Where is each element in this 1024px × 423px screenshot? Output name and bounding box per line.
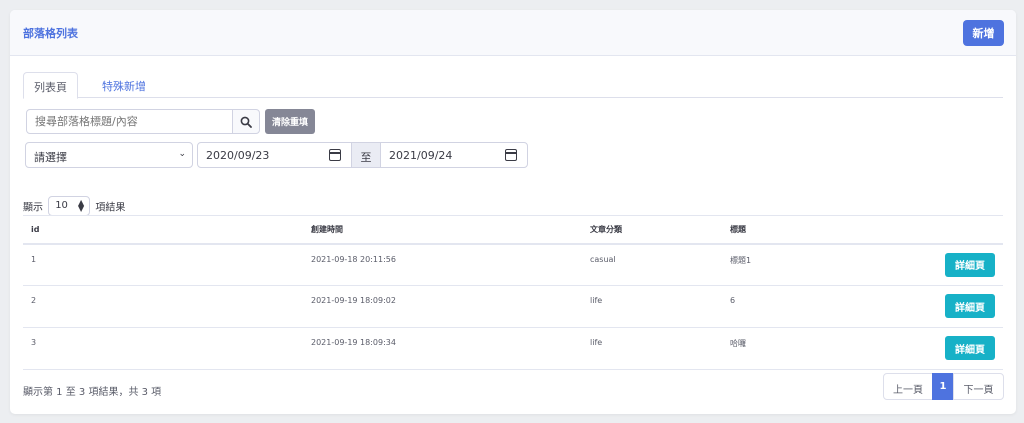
category-select-value: 請選擇 bbox=[34, 151, 67, 164]
cell-action: 詳細頁 bbox=[902, 285, 1003, 328]
cell-created: 2021-09-19 18:09:34 bbox=[303, 327, 582, 370]
cell-title: 哈囉 bbox=[722, 327, 902, 370]
cell-title: 6 bbox=[722, 285, 902, 328]
cell-action: 詳細頁 bbox=[902, 327, 1003, 370]
tab-bar: 列表頁 特殊新增 bbox=[23, 72, 1003, 99]
chevron-down-icon: ⌄ bbox=[178, 149, 186, 159]
search-icon bbox=[240, 116, 252, 128]
date-range-separator: 至 bbox=[351, 142, 381, 168]
next-page-button[interactable]: 下一頁 bbox=[953, 373, 1004, 400]
cell-action: 詳細頁 bbox=[902, 243, 1003, 286]
cell-category: life bbox=[582, 285, 722, 328]
column-header-created[interactable]: 創建時間 bbox=[303, 215, 582, 245]
pagination: 上一頁 1 下一頁 bbox=[883, 373, 1004, 400]
search-button[interactable] bbox=[232, 109, 260, 134]
cell-created: 2021-09-18 20:11:56 bbox=[303, 243, 582, 286]
table-info: 顯示第 1 至 3 項結果，共 3 項 bbox=[23, 387, 162, 398]
search-input[interactable] bbox=[26, 109, 233, 134]
date-from-input[interactable]: 2020/09/23 bbox=[197, 142, 352, 168]
sort-arrows-icon: ▲ ▼ bbox=[78, 198, 85, 213]
add-button[interactable]: 新增 bbox=[963, 20, 1004, 46]
date-to-value: 2021/09/24 bbox=[389, 149, 453, 162]
table-row: 3 2021-09-19 18:09:34 life 哈囉 詳細頁 bbox=[23, 327, 1003, 370]
card-header: 部落格列表 新增 bbox=[10, 10, 1016, 56]
table-row: 2 2021-09-19 18:09:02 life 6 詳細頁 bbox=[23, 285, 1003, 328]
column-header-action bbox=[902, 215, 1003, 245]
clear-button[interactable]: 清除重填 bbox=[265, 109, 315, 134]
table-row: 1 2021-09-18 20:11:56 casual 標題1 詳細頁 bbox=[23, 243, 1003, 286]
calendar-icon[interactable] bbox=[329, 149, 341, 161]
length-suffix: 項結果 bbox=[95, 202, 126, 214]
cell-id: 1 bbox=[23, 243, 303, 286]
cell-title: 標題1 bbox=[722, 243, 902, 286]
cell-created: 2021-09-19 18:09:02 bbox=[303, 285, 582, 328]
date-to-input[interactable]: 2021/09/24 bbox=[380, 142, 528, 168]
blog-table: id 創建時間 文章分類 標題 1 2021-09-18 20:11:56 ca… bbox=[23, 215, 1003, 370]
detail-button[interactable]: 詳細頁 bbox=[945, 336, 995, 360]
column-header-id[interactable]: id bbox=[23, 215, 303, 245]
blog-list-card: 部落格列表 新增 列表頁 特殊新增 清除重填 請選擇 ⌄ 2020/09/23 … bbox=[10, 10, 1016, 414]
page-title: 部落格列表 bbox=[23, 27, 78, 40]
detail-button[interactable]: 詳細頁 bbox=[945, 294, 995, 318]
cell-id: 2 bbox=[23, 285, 303, 328]
tab-special-add[interactable]: 特殊新增 bbox=[89, 72, 159, 98]
detail-button[interactable]: 詳細頁 bbox=[945, 252, 995, 277]
category-select[interactable]: 請選擇 ⌄ bbox=[25, 142, 193, 168]
page-length-control: 顯示 10 ▲ ▼ 項結果 bbox=[23, 196, 125, 216]
page-length-value: 10 bbox=[55, 200, 68, 211]
table-header-row: id 創建時間 文章分類 標題 bbox=[23, 215, 1003, 245]
page-length-select[interactable]: 10 ▲ ▼ bbox=[48, 196, 91, 216]
cell-category: casual bbox=[582, 243, 722, 286]
calendar-icon[interactable] bbox=[505, 149, 517, 161]
previous-page-button[interactable]: 上一頁 bbox=[883, 373, 933, 400]
length-prefix: 顯示 bbox=[23, 202, 43, 214]
column-header-category[interactable]: 文章分類 bbox=[582, 215, 722, 245]
cell-category: life bbox=[582, 327, 722, 370]
current-page-button[interactable]: 1 bbox=[932, 373, 954, 400]
column-header-title[interactable]: 標題 bbox=[722, 215, 902, 245]
cell-id: 3 bbox=[23, 327, 303, 370]
tab-list[interactable]: 列表頁 bbox=[23, 72, 78, 99]
date-from-value: 2020/09/23 bbox=[206, 149, 270, 162]
